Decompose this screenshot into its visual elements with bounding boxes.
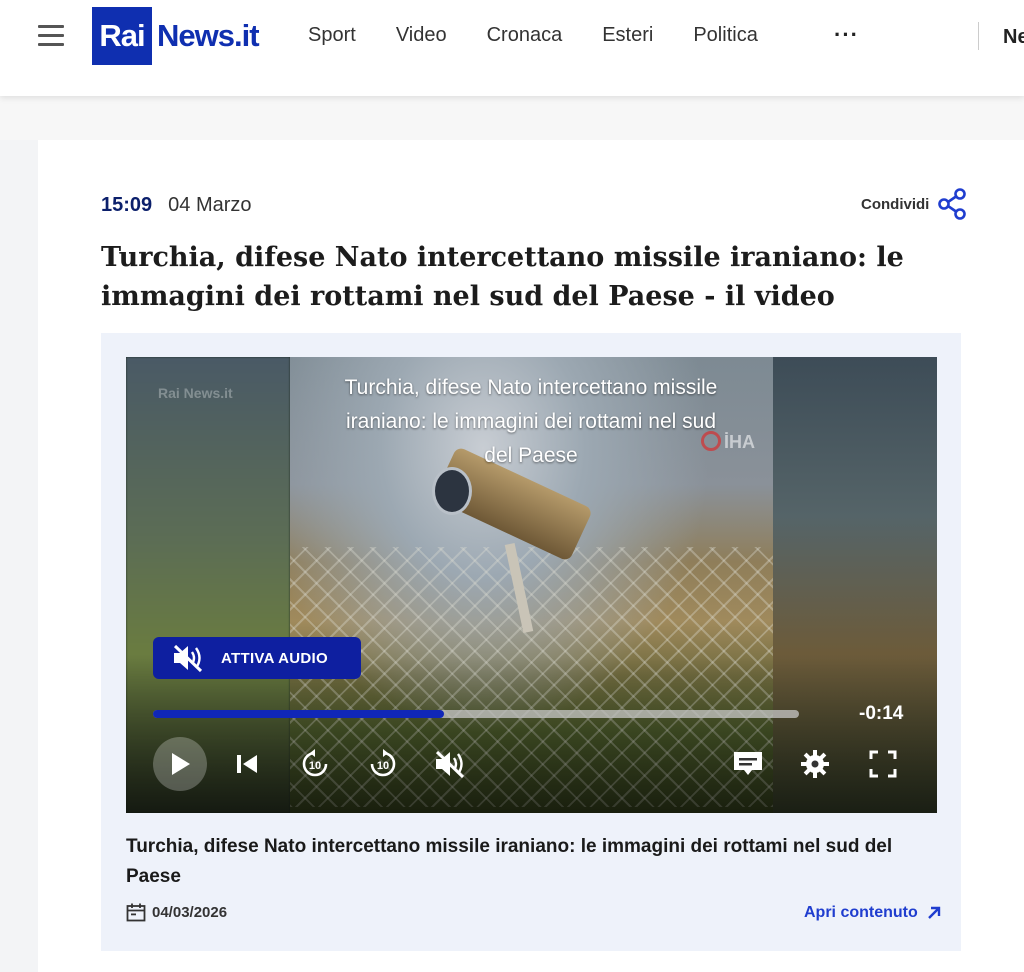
nav-item-sport[interactable]: Sport	[308, 24, 356, 47]
open-content-link[interactable]: Apri contenuto	[804, 904, 942, 922]
video-caption-title: Turchia, difese Nato intercettano missil…	[126, 836, 893, 887]
top-navigation-bar: Rai News.it Sport Video Cronaca Esteri P…	[0, 0, 1024, 96]
video-card: Rai News.it İHA Turchia, difese Nato int…	[101, 333, 961, 951]
arrow-up-right-icon	[927, 906, 940, 919]
progress-bar[interactable]	[153, 710, 799, 718]
open-content-label: Apri contenuto	[804, 904, 918, 921]
publish-date-text: 04/03/2026	[152, 904, 228, 921]
remaining-time: -0:14	[859, 703, 904, 724]
publish-date: 04/03/2026	[126, 903, 227, 922]
rewind-10-icon: 10	[302, 749, 328, 777]
video-player[interactable]: Rai News.it İHA Turchia, difese Nato int…	[126, 357, 937, 813]
mute-icon	[435, 750, 465, 779]
enable-audio-button[interactable]: ATTIVA AUDIO	[153, 637, 361, 679]
forward-10-icon: 10	[370, 749, 396, 777]
main-nav: Sport Video Cronaca Esteri Politica	[308, 24, 798, 47]
player-watermark-logo: Rai News.it	[158, 385, 233, 401]
nav-divider	[978, 22, 979, 50]
video-frame-debris-end	[432, 467, 472, 515]
svg-text:10: 10	[309, 760, 321, 772]
logo-rai: Rai	[92, 7, 152, 65]
mute-icon	[173, 644, 203, 673]
calendar-icon	[126, 903, 146, 922]
article-headline: Turchia, difese Nato intercettano missil…	[101, 242, 904, 312]
settings-button[interactable]	[788, 737, 842, 791]
play-button[interactable]	[153, 737, 207, 791]
article-date: 04 Marzo	[168, 194, 252, 216]
logo-news: News.it	[157, 18, 260, 53]
fullscreen-button[interactable]	[856, 737, 910, 791]
article-card: 15:09 04 Marzo Condividi Turchia, difese…	[38, 140, 1024, 972]
play-icon	[172, 753, 190, 775]
skip-back-button[interactable]	[220, 737, 274, 791]
volume-button[interactable]	[423, 737, 477, 791]
nav-item-video[interactable]: Video	[396, 24, 447, 47]
skip-back-icon	[237, 755, 257, 773]
fullscreen-icon	[869, 750, 897, 778]
header-spacer	[0, 96, 1024, 140]
nav-item-esteri[interactable]: Esteri	[602, 24, 653, 47]
rewind-10-button[interactable]: 10	[288, 737, 342, 791]
forward-10-button[interactable]: 10	[356, 737, 410, 791]
enable-audio-label: ATTIVA AUDIO	[221, 649, 328, 667]
nav-item-cronaca[interactable]: Cronaca	[487, 24, 563, 47]
nav-item-politica[interactable]: Politica	[693, 24, 757, 47]
menu-icon[interactable]	[38, 24, 64, 46]
more-menu-icon[interactable]: ···	[834, 22, 859, 48]
video-overlay-title: Turchia, difese Nato intercettano missil…	[344, 376, 718, 467]
share-label: Condividi	[861, 195, 930, 213]
site-logo[interactable]: Rai News.it	[92, 7, 260, 65]
article-time: 15:09	[101, 194, 153, 216]
svg-text:10: 10	[377, 760, 389, 772]
share-button[interactable]: Condividi	[861, 188, 967, 220]
article-meta: 15:09 04 Marzo	[101, 194, 252, 217]
nav-item-truncated[interactable]: Ne	[1003, 26, 1024, 49]
subtitles-icon	[734, 752, 762, 775]
progress-bar-fill	[153, 710, 444, 718]
subtitles-button[interactable]	[721, 737, 775, 791]
share-icon	[938, 188, 967, 220]
gear-icon	[801, 750, 829, 778]
